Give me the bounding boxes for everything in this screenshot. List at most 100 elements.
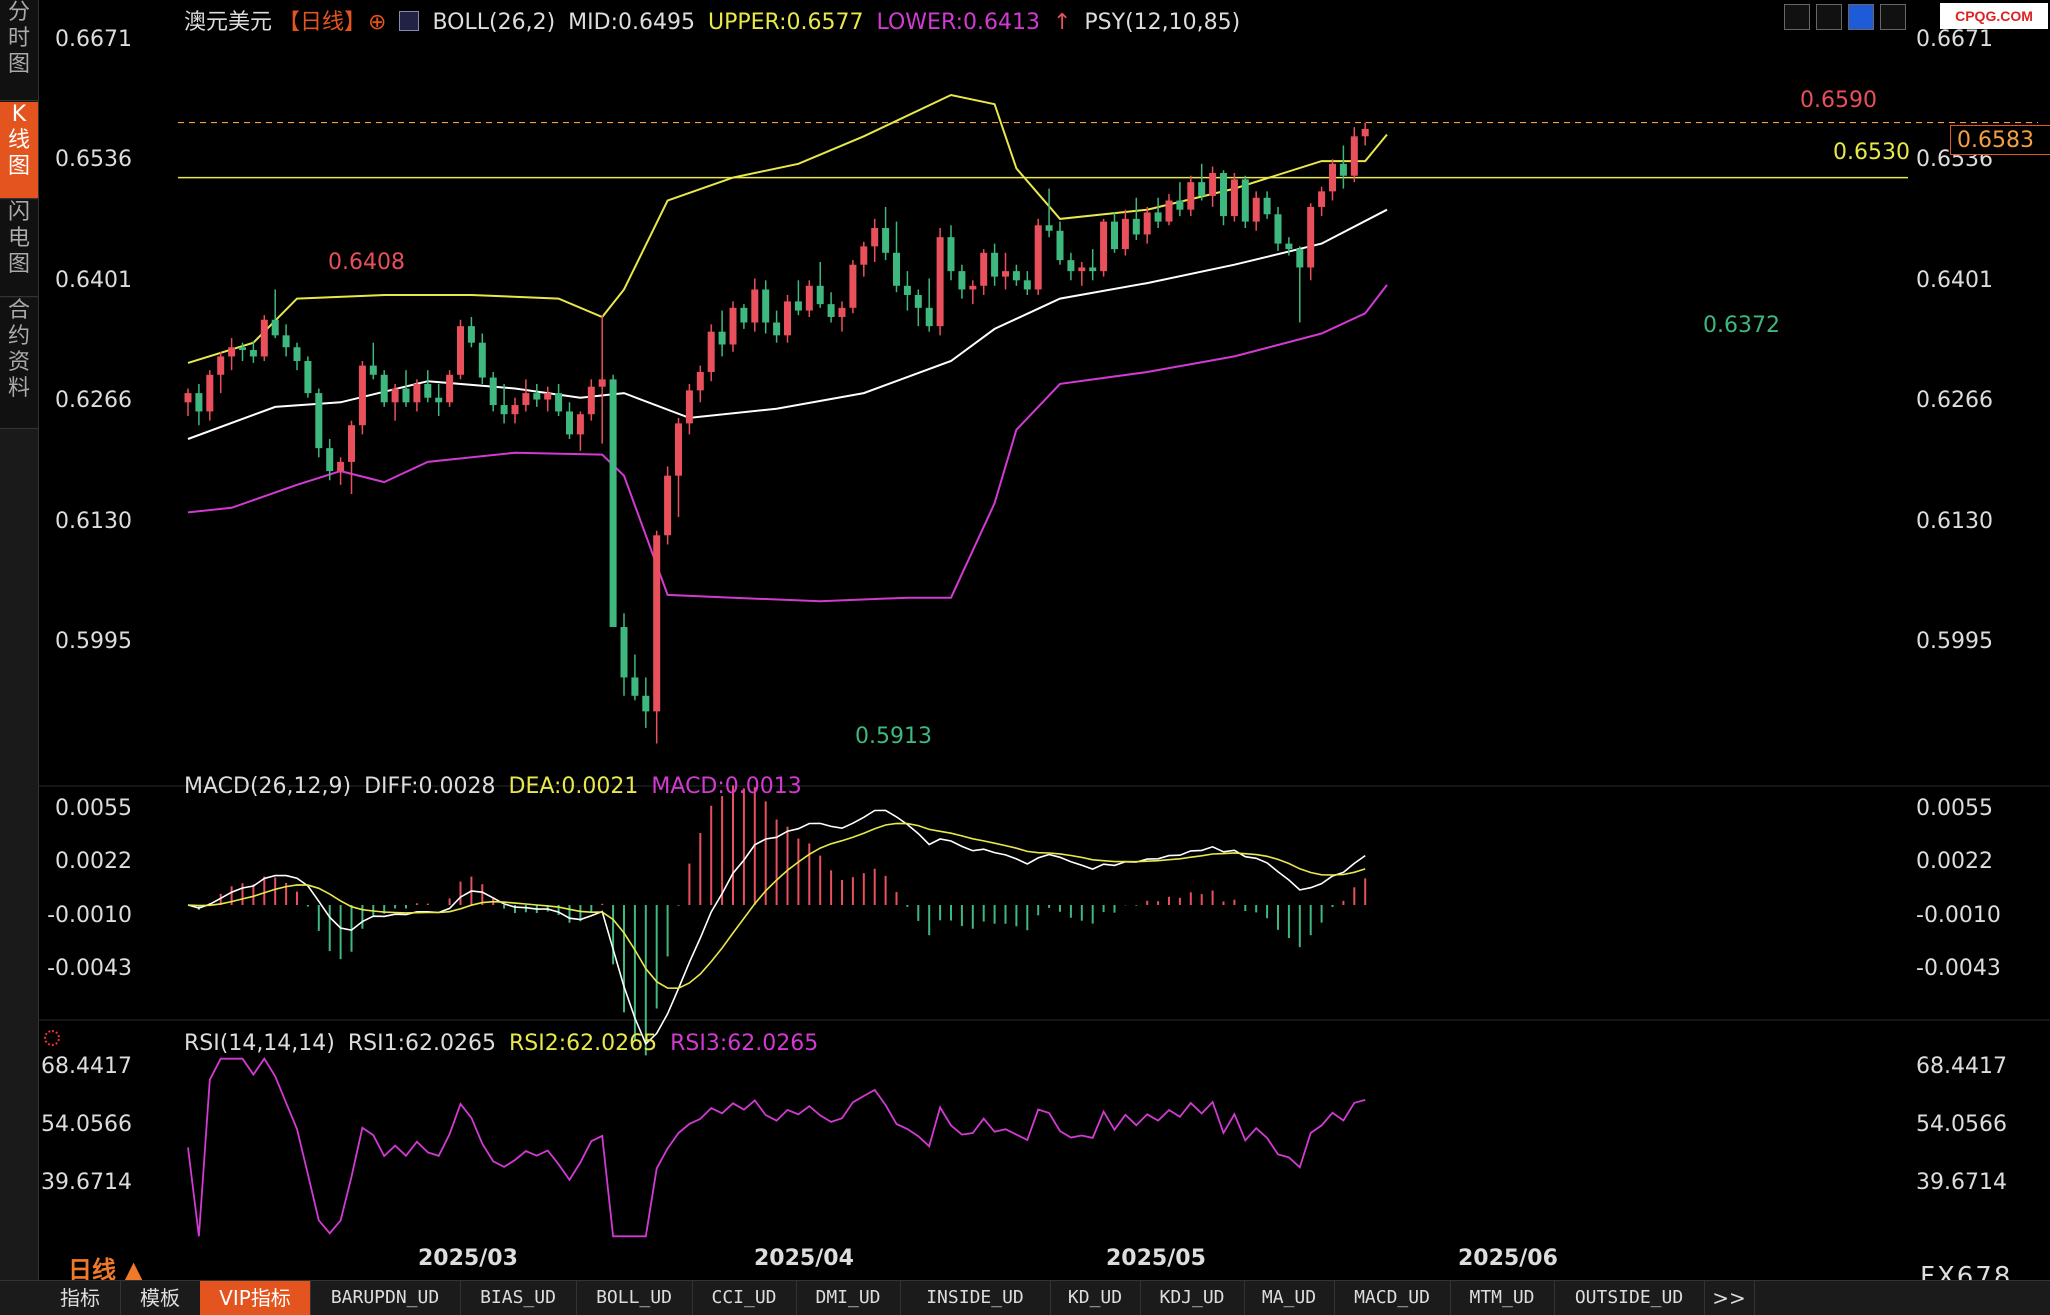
candle-body	[446, 374, 454, 403]
chart-toolbar	[1784, 4, 1906, 30]
candle-body	[1329, 163, 1336, 192]
candle-body	[849, 264, 857, 308]
rsi-tick-right: 39.6714	[1916, 1170, 2007, 1195]
price-tick-right: 0.5995	[1916, 629, 1993, 654]
low-annotation: 0.5913	[855, 724, 932, 749]
arrow-up-icon: ↑	[1052, 10, 1072, 35]
layout-icon[interactable]	[1880, 4, 1906, 30]
candle-body	[1002, 271, 1009, 277]
candle-body	[184, 393, 192, 403]
candle-body	[751, 289, 759, 323]
macd-tick-right: 0.0055	[1916, 796, 1993, 821]
indicator-boll[interactable]: BOLL_UD	[576, 1281, 693, 1315]
candle-body	[1067, 260, 1075, 272]
macd-value: MACD:0.0013	[651, 774, 802, 799]
candle-body	[903, 285, 911, 295]
candle-body	[969, 285, 977, 290]
candle-body	[936, 237, 944, 327]
candle-body	[271, 319, 279, 336]
macd-tick-right: 0.0022	[1916, 849, 1993, 874]
candle-body	[587, 386, 595, 415]
candle-body	[544, 393, 552, 400]
macd-tick-left: -0.0043	[47, 956, 132, 981]
site-logo: CPQG.COM	[1940, 3, 2048, 29]
price-tick-left: 0.6266	[55, 388, 132, 413]
macd-tick-right: -0.0010	[1916, 903, 2001, 928]
candle-body	[413, 383, 421, 403]
chart-type-icon[interactable]	[1816, 4, 1842, 30]
candle-body	[1252, 197, 1260, 222]
indicator-bias[interactable]: BIAS_UD	[460, 1281, 577, 1315]
candle-body	[1056, 230, 1064, 261]
candle-body	[784, 301, 791, 336]
candle-body	[1034, 225, 1042, 290]
indicator-outside[interactable]: OUTSIDE_UD	[1554, 1281, 1705, 1315]
crosshair-icon[interactable]	[1784, 4, 1810, 30]
tab-flash-label: 闪电图	[8, 200, 31, 277]
chart-area[interactable]: 澳元美元 【日线】⊕ BOLL(26,2) MID:0.6495 UPPER:0.…	[38, 0, 2050, 1271]
settings-icon[interactable]: ⊕	[368, 10, 386, 35]
candle-body	[500, 405, 508, 415]
candle-body	[1089, 267, 1097, 272]
vip-indicator-tab[interactable]: VIP指标	[200, 1281, 311, 1315]
candle-body	[893, 252, 900, 286]
candle-body	[1220, 172, 1227, 217]
candle-body	[914, 294, 922, 308]
candle-body	[260, 319, 268, 357]
more-indicators-button[interactable]: >>	[1704, 1281, 1755, 1315]
candle-body	[1176, 200, 1184, 210]
template-menu-button[interactable]: 模板	[120, 1281, 201, 1315]
candle-body	[816, 285, 824, 305]
candle-body	[631, 677, 639, 696]
indicator-barupdn[interactable]: BARUPDN_UD	[310, 1281, 461, 1315]
macd-legend: MACD(26,12,9) DIFF:0.0028 DEA:0.0021 MAC…	[184, 774, 808, 799]
candle-body	[424, 383, 432, 398]
indicator-kd[interactable]: KD_UD	[1050, 1281, 1141, 1315]
boll-mid-value: MID:0.6495	[568, 10, 695, 35]
kline-chart-svg[interactable]	[38, 0, 2050, 1270]
candle-body	[860, 246, 868, 265]
boll-icon[interactable]	[399, 11, 420, 31]
macd-tick-left: 0.0022	[55, 849, 132, 874]
candle-body	[1209, 172, 1217, 196]
candle-body	[653, 535, 661, 712]
candle-body	[882, 228, 890, 253]
candle-body	[871, 228, 879, 247]
candle-body	[511, 405, 519, 415]
candle-body	[1078, 267, 1086, 272]
indicator-ma[interactable]: MA_UD	[1244, 1281, 1335, 1315]
rsi-settings-icon[interactable]	[44, 1030, 60, 1046]
indicator-dmi[interactable]: DMI_UD	[796, 1281, 901, 1315]
rsi-tick-left: 39.6714	[41, 1170, 132, 1195]
hline-label: 0.6530	[1833, 140, 1910, 165]
price-tick-left: 0.6536	[55, 147, 132, 172]
indicator-macd[interactable]: MACD_UD	[1334, 1281, 1451, 1315]
candle-body	[664, 475, 672, 536]
candle-body	[1241, 179, 1249, 222]
indicator-cci[interactable]: CCI_UD	[692, 1281, 797, 1315]
candle-body	[1361, 128, 1369, 137]
candle-body	[478, 342, 486, 378]
indicator-menu-button[interactable]: 指标	[40, 1281, 121, 1315]
candle-body	[762, 289, 770, 323]
candle-body	[402, 388, 410, 403]
rsi1-value: RSI1:62.0265	[347, 1031, 496, 1056]
indicator-mtm[interactable]: MTM_UD	[1450, 1281, 1555, 1315]
candle-body	[1045, 225, 1053, 231]
candle-body	[1285, 243, 1293, 250]
psy-label: PSY(12,10,85)	[1084, 10, 1241, 35]
indicator-bar: 指标 模板 VIP指标 BARUPDN_UD BIAS_UD BOLL_UD C…	[0, 1280, 2050, 1315]
candle-body	[729, 307, 737, 345]
kline-icon[interactable]	[1848, 4, 1874, 30]
symbol-name: 澳元美元	[184, 10, 273, 35]
candle-body	[380, 374, 388, 403]
candle-body	[609, 379, 617, 628]
rsi-legend: RSI(14,14,14) RSI1:62.0265 RSI2:62.0265 …	[184, 1031, 824, 1056]
rsi-line	[187, 1057, 1366, 1238]
indicator-inside[interactable]: INSIDE_UD	[900, 1281, 1051, 1315]
period-tag[interactable]: 【日线】	[278, 10, 366, 35]
candle-body	[1339, 163, 1347, 176]
candle-body	[598, 379, 606, 387]
candle-body	[1012, 271, 1020, 281]
indicator-kdj[interactable]: KDJ_UD	[1140, 1281, 1245, 1315]
